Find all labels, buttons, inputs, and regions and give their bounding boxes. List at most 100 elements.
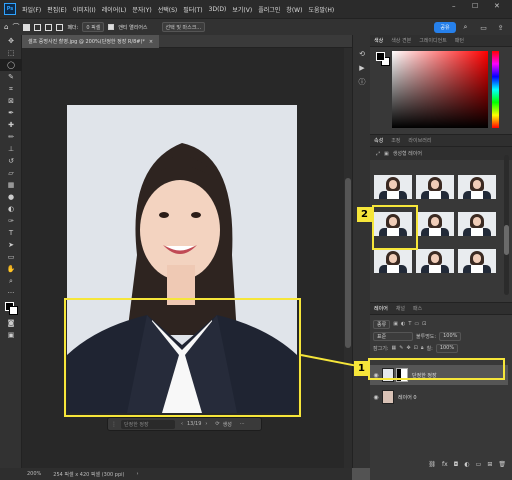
layer-name[interactable]: 레이어 0 (398, 394, 417, 401)
scrollbar-thumb[interactable] (504, 225, 509, 255)
eyedropper-icon[interactable]: ✒ (0, 107, 22, 119)
variation-thumbnail[interactable] (416, 175, 454, 199)
eraser-icon[interactable]: ▱ (0, 167, 22, 179)
quick-select-icon[interactable]: ✎ (0, 71, 22, 83)
history-panel-icon[interactable]: ⟲ (353, 47, 371, 61)
menu-3d[interactable]: 3D(D) (206, 6, 230, 13)
tab-color[interactable]: 색상 (370, 37, 387, 44)
shape-icon[interactable]: ▭ (0, 251, 22, 263)
blend-mode-select[interactable]: 표준 (373, 331, 413, 341)
add-selection-icon[interactable] (34, 23, 42, 31)
filter-shape-icon[interactable]: ▭ (414, 321, 419, 327)
generate-button[interactable]: 생성 (223, 421, 232, 428)
lock-artboard-icon[interactable]: ⊡ (414, 345, 418, 351)
menu-type[interactable]: 문자(Y) (129, 5, 154, 14)
lock-pixels-icon[interactable]: ▦ (392, 345, 397, 351)
gradient-icon[interactable]: ▦ (0, 179, 22, 191)
share-button[interactable]: 공유 (434, 22, 456, 33)
screen-mode-icon[interactable]: ▣ (0, 329, 22, 341)
prev-variation-icon[interactable]: ‹ (181, 421, 183, 427)
dodge-icon[interactable]: ◐ (0, 203, 22, 215)
tab-patterns[interactable]: 패턴 (451, 37, 468, 44)
adjustment-layer-icon[interactable]: ◐ (464, 461, 469, 468)
tab-properties[interactable]: 속성 (370, 137, 387, 144)
more-options-button[interactable]: ··· (240, 421, 245, 427)
menu-edit[interactable]: 편집(E) (44, 5, 70, 14)
variation-thumbnail[interactable] (416, 249, 454, 273)
color-picker-field[interactable] (392, 51, 488, 128)
zoom-icon[interactable]: ⌕ (0, 275, 22, 287)
visibility-eye-icon[interactable]: ◉ (370, 394, 382, 401)
filter-pixel-icon[interactable]: ▣ (393, 321, 398, 327)
blur-icon[interactable]: ● (0, 191, 22, 203)
close-tab-icon[interactable]: × (149, 39, 153, 45)
color-swatches[interactable] (0, 299, 21, 317)
fill-input[interactable]: 100% (435, 343, 459, 353)
more-icon[interactable]: ··· (0, 287, 22, 299)
clone-stamp-icon[interactable]: ⊥ (0, 143, 22, 155)
menu-window[interactable]: 창(W) (283, 5, 305, 14)
layer-row-base[interactable]: ◉ 레이어 0 (370, 387, 508, 407)
pen-icon[interactable]: ✑ (0, 215, 22, 227)
select-mask-button[interactable]: 선택 및 마스크... (161, 22, 206, 32)
subtract-selection-icon[interactable] (45, 23, 53, 31)
tab-gradients[interactable]: 그레이디언트 (415, 37, 451, 44)
share-export-icon[interactable]: ⇪ (495, 22, 506, 33)
new-group-icon[interactable]: ▭ (476, 461, 482, 468)
menu-view[interactable]: 보기(V) (229, 5, 255, 14)
variations-scrollbar[interactable] (504, 155, 509, 295)
minimize-button[interactable]: – (452, 2, 456, 10)
lasso-preset-icon[interactable]: ⌒ (12, 22, 19, 32)
tab-swatches[interactable]: 색상 견본 (387, 37, 415, 44)
new-selection-icon[interactable] (23, 23, 31, 31)
history-brush-icon[interactable]: ↺ (0, 155, 22, 167)
status-arrow-icon[interactable]: › (136, 471, 138, 477)
filter-type-icon[interactable]: T (408, 321, 411, 327)
tab-channels[interactable]: 채널 (392, 305, 409, 312)
hand-icon[interactable]: ✋ (0, 263, 22, 275)
actions-panel-icon[interactable]: ▶ (353, 61, 371, 75)
intersect-selection-icon[interactable] (56, 23, 64, 31)
tab-adjustments[interactable]: 조정 (387, 137, 404, 144)
menu-image[interactable]: 이미지(I) (70, 5, 99, 14)
variation-thumbnail[interactable] (374, 249, 412, 273)
spot-heal-icon[interactable]: ✚ (0, 119, 22, 131)
generate-icon[interactable]: ⟳ (215, 421, 219, 427)
marquee-icon[interactable]: ⬚ (0, 47, 22, 59)
move-icon[interactable]: ✥ (0, 35, 22, 47)
menu-layer[interactable]: 레이어(L) (99, 5, 130, 14)
hue-slider[interactable] (492, 51, 499, 128)
canvas-vertical-scrollbar[interactable] (344, 48, 352, 468)
lock-paint-icon[interactable]: ✎ (399, 345, 403, 351)
variation-thumbnail[interactable] (458, 175, 496, 199)
drag-handle-icon[interactable]: ⋮ (111, 421, 117, 428)
variation-thumbnail[interactable] (416, 212, 454, 236)
background-color-swatch[interactable] (9, 306, 18, 315)
prompt-input[interactable]: 단정한 정장 (121, 419, 175, 429)
tab-paths[interactable]: 패스 (409, 305, 426, 312)
next-variation-icon[interactable]: › (205, 421, 207, 427)
maximize-button[interactable]: ☐ (472, 2, 478, 10)
search-icon[interactable]: ⌕ (460, 22, 471, 33)
delete-layer-icon[interactable]: 🗑︎ (498, 461, 506, 468)
brush-icon[interactable]: ✏ (0, 131, 22, 143)
info-panel-icon[interactable]: ⓘ (353, 75, 371, 89)
document-tab[interactable]: 셀프 증명사진 촬영.jpg @ 200%(단정한 정장 R/8#)* × (22, 35, 160, 48)
menu-help[interactable]: 도움말(H) (305, 5, 337, 14)
opacity-input[interactable]: 100% (439, 331, 462, 341)
lock-position-icon[interactable]: ✥ (406, 345, 410, 351)
fx-icon[interactable]: fx (442, 461, 448, 468)
menu-select[interactable]: 선택(S) (155, 5, 181, 14)
zoom-level[interactable]: 200% (27, 471, 41, 477)
close-button[interactable]: ✕ (494, 2, 500, 10)
scrollbar-thumb[interactable] (345, 178, 351, 348)
variation-thumbnail[interactable] (458, 212, 496, 236)
panel-foreground-swatch[interactable] (376, 52, 385, 61)
lasso-icon[interactable]: ◯ (0, 59, 22, 71)
tab-layers[interactable]: 레이어 (370, 305, 392, 312)
tab-libraries[interactable]: 라이브러리 (404, 137, 435, 144)
frame-icon[interactable]: ⊠ (0, 95, 22, 107)
menu-file[interactable]: 파일(F) (19, 5, 44, 14)
crop-icon[interactable]: ⌗ (0, 83, 22, 95)
path-select-icon[interactable]: ➤ (0, 239, 22, 251)
